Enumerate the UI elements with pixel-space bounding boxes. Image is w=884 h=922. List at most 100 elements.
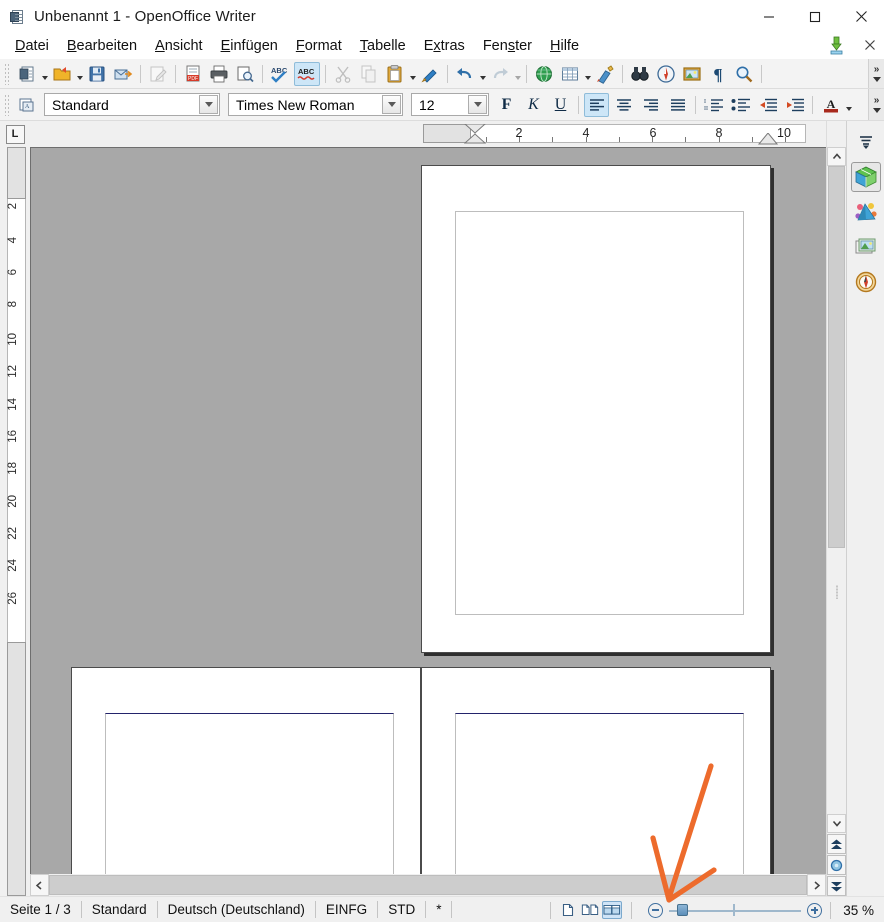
print-preview-button[interactable] (233, 62, 257, 86)
previous-page-button[interactable] (827, 834, 846, 854)
menu-tabelle[interactable]: Tabelle (351, 36, 415, 56)
toolbar-grip[interactable] (4, 62, 11, 85)
multi-page-view-button[interactable] (580, 901, 600, 919)
menu-bearbeiten[interactable]: Bearbeiten (58, 36, 146, 56)
export-pdf-button[interactable]: PDF (181, 62, 205, 86)
zoom-out-button[interactable] (648, 902, 664, 918)
sidebar-item-gallery[interactable] (851, 232, 881, 262)
formatting-toolbar-overflow[interactable]: » (868, 89, 884, 120)
menu-datei[interactable]: DDateiatei (6, 36, 58, 56)
horizontal-scroll-thumb[interactable] (49, 875, 807, 895)
cut-button[interactable] (331, 62, 355, 86)
undo-button[interactable] (453, 62, 477, 86)
next-page-button[interactable] (827, 876, 846, 896)
copy-button[interactable] (357, 62, 381, 86)
bold-button[interactable]: F (494, 93, 519, 117)
zoom-slider[interactable] (669, 902, 802, 918)
vertical-ruler[interactable]: 2 4 6 8 10 12 14 16 18 20 22 24 26 (0, 147, 30, 896)
menu-format[interactable]: Format (287, 36, 351, 56)
gallery-button[interactable] (680, 62, 704, 86)
send-email-button[interactable] (111, 62, 135, 86)
paragraph-style-icon[interactable]: A (15, 93, 39, 117)
paste-dropdown[interactable] (408, 63, 417, 85)
zoom-button[interactable] (732, 62, 756, 86)
scroll-right-button[interactable] (807, 874, 826, 896)
font-size-dropdown-icon[interactable] (468, 95, 487, 114)
insert-table-dropdown[interactable] (583, 63, 592, 85)
insert-table-button[interactable] (558, 62, 582, 86)
redo-button[interactable] (488, 62, 512, 86)
document-canvas[interactable] (30, 147, 826, 874)
horizontal-scroll-track[interactable] (49, 874, 807, 896)
horizontal-ruler[interactable]: 2 4 6 8 10 12 14 16 18 (30, 121, 826, 147)
undo-dropdown[interactable] (478, 63, 487, 85)
paragraph-style-dropdown-icon[interactable] (199, 95, 218, 114)
download-update-icon[interactable] (830, 36, 852, 56)
indent-markers-icon[interactable] (464, 124, 486, 144)
zoom-slider-thumb[interactable] (677, 904, 689, 916)
open-document-button[interactable] (50, 62, 74, 86)
clone-formatting-button[interactable] (418, 62, 442, 86)
status-page-info[interactable]: Seite 1 / 3 (0, 902, 81, 917)
font-color-dropdown[interactable] (844, 94, 853, 116)
scroll-up-button[interactable] (827, 147, 846, 166)
zoom-in-button[interactable] (807, 902, 823, 918)
autospellcheck-button[interactable]: ABC (294, 61, 320, 86)
document-page-3[interactable] (421, 667, 771, 874)
new-document-dropdown[interactable] (40, 63, 49, 85)
bulleted-list-button[interactable] (728, 93, 753, 117)
open-document-dropdown[interactable] (75, 63, 84, 85)
print-document-button[interactable] (207, 62, 231, 86)
navigator-button[interactable] (654, 62, 678, 86)
status-insert-mode[interactable]: EINFG (316, 902, 377, 917)
vertical-scrollbar[interactable] (826, 121, 846, 896)
paste-button[interactable] (383, 62, 407, 86)
right-indent-marker-icon[interactable] (758, 133, 778, 145)
sidebar-settings-icon[interactable] (851, 127, 881, 157)
decrease-indent-button[interactable] (755, 93, 780, 117)
standard-toolbar-overflow[interactable]: » (868, 59, 884, 88)
ordered-list-button[interactable]: I II (701, 93, 726, 117)
close-document-icon[interactable] (860, 38, 880, 55)
italic-button[interactable]: K (521, 93, 546, 117)
menu-einfuegen[interactable]: Einfügen (212, 36, 287, 56)
maximize-button[interactable] (792, 0, 838, 33)
find-and-replace-button[interactable] (628, 62, 652, 86)
zoom-percent-label[interactable]: 35 % (831, 903, 884, 918)
align-left-button[interactable] (584, 92, 609, 117)
underline-button[interactable]: U (548, 93, 573, 117)
document-page-2[interactable] (71, 667, 421, 874)
tab-stop-selector[interactable]: L (0, 121, 30, 147)
menu-hilfe[interactable]: Hilfe (541, 36, 588, 56)
font-name-dropdown-icon[interactable] (382, 95, 401, 114)
show-draw-functions-button[interactable] (593, 62, 617, 86)
book-view-button[interactable] (602, 901, 623, 919)
sidebar-item-properties[interactable] (850, 162, 881, 192)
menu-ansicht[interactable]: Ansicht (146, 36, 212, 56)
document-page-1[interactable] (421, 165, 771, 653)
new-document-button[interactable] (15, 62, 39, 86)
font-size-combo[interactable]: 12 (411, 93, 489, 116)
font-name-combo[interactable]: Times New Roman (228, 93, 403, 116)
align-right-button[interactable] (638, 93, 663, 117)
scroll-left-button[interactable] (30, 874, 49, 896)
menu-fenster[interactable]: Fenster (474, 36, 541, 56)
sidebar-item-styles[interactable] (851, 197, 881, 227)
redo-dropdown[interactable] (513, 63, 522, 85)
hyperlink-button[interactable] (532, 62, 556, 86)
edit-file-button[interactable] (146, 62, 170, 86)
align-center-button[interactable] (611, 93, 636, 117)
navigation-target-button[interactable] (827, 855, 846, 875)
split-view-handle[interactable] (827, 580, 846, 603)
single-page-view-button[interactable] (558, 901, 578, 919)
sidebar-item-navigator[interactable] (851, 267, 881, 297)
horizontal-scrollbar[interactable] (30, 874, 826, 896)
status-selection-mode[interactable]: STD (378, 902, 425, 917)
minimize-button[interactable] (746, 0, 792, 33)
align-justify-button[interactable] (665, 93, 690, 117)
vertical-scroll-thumb[interactable] (828, 166, 845, 549)
increase-indent-button[interactable] (782, 93, 807, 117)
vertical-scroll-track[interactable] (827, 166, 846, 814)
save-document-button[interactable] (85, 62, 109, 86)
status-page-style[interactable]: Standard (82, 902, 157, 917)
